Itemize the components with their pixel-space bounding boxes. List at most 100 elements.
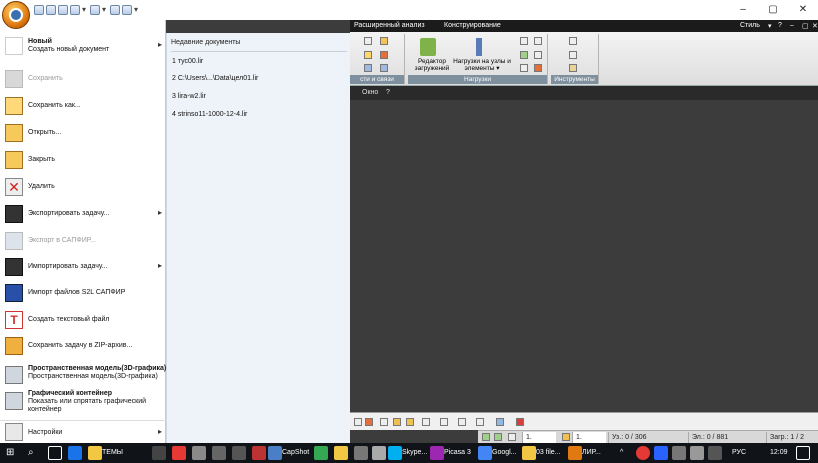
load-editor-icon[interactable] (420, 38, 436, 56)
menu-window[interactable]: Окно (362, 89, 378, 96)
chart2-icon[interactable] (440, 418, 448, 426)
hinge-icon[interactable] (380, 51, 388, 59)
skype-icon[interactable] (388, 446, 402, 460)
undo-icon[interactable] (70, 5, 80, 15)
new-doc-icon[interactable] (34, 5, 44, 15)
taskbar-item[interactable]: 03 file... (536, 445, 561, 461)
menu-item-delete[interactable]: ✕ Удалить (0, 174, 166, 200)
taskbar-item[interactable]: ЛИР... (582, 445, 601, 461)
load-e-icon[interactable] (520, 64, 528, 72)
menu-item-new[interactable]: Новый Создать новый документ ▸ (0, 33, 166, 61)
combo-2[interactable]: 1. (572, 432, 606, 443)
axis-icon[interactable] (364, 64, 372, 72)
yandex-icon[interactable] (172, 446, 186, 460)
combo-1[interactable]: 1. (522, 432, 556, 443)
open-icon[interactable] (46, 5, 56, 15)
menu-item-import[interactable]: Импортировать задачу... ▸ (0, 254, 166, 280)
flag-icon[interactable] (365, 418, 373, 426)
customize-icon[interactable]: ▾ (134, 5, 140, 15)
store-icon[interactable] (152, 446, 166, 460)
chrome-icon[interactable] (478, 446, 492, 460)
chart-icon[interactable] (422, 418, 430, 426)
group-icon[interactable] (380, 64, 388, 72)
rotate-icon[interactable] (496, 418, 504, 426)
ribbon-minimize-icon[interactable]: – (790, 22, 794, 29)
volume-icon[interactable] (690, 446, 704, 460)
tray-icon-1[interactable] (636, 446, 650, 460)
menu-item-import-s2l[interactable]: Импорт файлов S2L САПФИР (0, 280, 166, 306)
ribbon-close-icon[interactable]: ✕ (812, 22, 818, 30)
start-icon[interactable]: ⊞ (6, 446, 20, 460)
node-load-icon[interactable] (476, 38, 482, 56)
app5-icon[interactable] (314, 446, 328, 460)
chart3-icon[interactable] (458, 418, 466, 426)
lira-icon[interactable] (568, 446, 582, 460)
print-icon[interactable] (110, 5, 120, 15)
grid-icon[interactable] (482, 433, 490, 441)
app4-icon[interactable] (252, 446, 266, 460)
menu-item-export-sapfir[interactable]: Экспорт в САПФИР... (0, 228, 166, 254)
workspace[interactable] (350, 100, 818, 412)
tools-icon[interactable] (122, 5, 132, 15)
load-editor-button[interactable]: Редактор загружений (410, 58, 454, 72)
load-f-icon[interactable] (534, 64, 542, 72)
help-icon[interactable]: ? (778, 22, 782, 29)
menu-item-open[interactable]: Открыть... (0, 120, 166, 146)
close-button[interactable]: ✕ (788, 0, 818, 20)
recent-item[interactable]: 4 strinso11-1000-12-4.lir (172, 111, 247, 118)
app2-icon[interactable] (212, 446, 226, 460)
style-dropdown-icon[interactable]: ▾ (768, 22, 772, 30)
clock[interactable]: 12:09 (770, 445, 788, 461)
folder2-icon[interactable] (522, 446, 536, 460)
app-icon[interactable] (192, 446, 206, 460)
app8-icon[interactable] (372, 446, 386, 460)
taskbar-item[interactable]: Googl... (492, 445, 517, 461)
menu-item-export[interactable]: Экспортировать задачу... ▸ (0, 201, 166, 227)
task-view-icon[interactable] (48, 446, 62, 460)
filter-icon[interactable] (393, 418, 401, 426)
search-icon[interactable]: ⌕ (28, 446, 42, 460)
recent-item[interactable]: 1 тус00.lir (172, 58, 203, 65)
notification-chevron-icon[interactable]: ^ (620, 445, 623, 461)
recent-item[interactable]: 3 lira-w2.lir (172, 93, 206, 100)
load-c-icon[interactable] (520, 51, 528, 59)
tool-a-icon[interactable] (569, 37, 577, 45)
edge-icon[interactable] (68, 446, 82, 460)
graph-icon[interactable] (380, 418, 388, 426)
link-icon[interactable] (380, 37, 388, 45)
recent-item[interactable]: 2 C:\Users\...\Data\цел01.lir (172, 75, 258, 82)
maximize-button[interactable]: ▢ (758, 0, 788, 20)
load-b-icon[interactable] (534, 37, 542, 45)
node-icon[interactable] (364, 37, 372, 45)
dropdown-icon[interactable]: ▾ (82, 5, 88, 15)
language-indicator[interactable]: РУС (732, 445, 746, 461)
battery-icon[interactable] (708, 446, 722, 460)
load-d-icon[interactable] (534, 51, 542, 59)
filter2-icon[interactable] (406, 418, 414, 426)
dropdown-icon[interactable]: ▾ (102, 5, 108, 15)
capshot-icon[interactable] (268, 446, 282, 460)
tool-c-icon[interactable] (569, 64, 577, 72)
brush-icon[interactable] (562, 433, 570, 441)
taskbar-item[interactable]: Skype... (402, 445, 427, 461)
menu-item-graphic-container[interactable]: Графический контейнер Показать или спрят… (0, 388, 166, 418)
save-icon[interactable] (58, 5, 68, 15)
ribbon-restore-icon[interactable]: ▢ (802, 22, 809, 30)
menu-item-settings[interactable]: Настройки ▸ (0, 420, 166, 442)
app3-icon[interactable] (232, 446, 246, 460)
stop-icon[interactable] (516, 418, 524, 426)
up-icon[interactable] (494, 433, 502, 441)
taskbar-item[interactable]: ТЕМЫ (102, 445, 123, 461)
minimize-button[interactable]: – (728, 0, 758, 20)
menu-item-close[interactable]: Закрыть (0, 147, 166, 173)
menu-item-save[interactable]: Сохранить (0, 66, 166, 92)
network-icon[interactable] (672, 446, 686, 460)
app7-icon[interactable] (354, 446, 368, 460)
menu-item-create-text[interactable]: T Создать текстовый файл (0, 307, 166, 333)
notifications-icon[interactable] (796, 446, 810, 460)
chart4-icon[interactable] (476, 418, 484, 426)
pencil-icon[interactable] (354, 418, 362, 426)
folder-icon[interactable] (88, 446, 102, 460)
taskbar-item[interactable]: Picasa 3 (444, 445, 471, 461)
tab-advanced-analysis[interactable]: Расширенный анализ (354, 22, 425, 29)
